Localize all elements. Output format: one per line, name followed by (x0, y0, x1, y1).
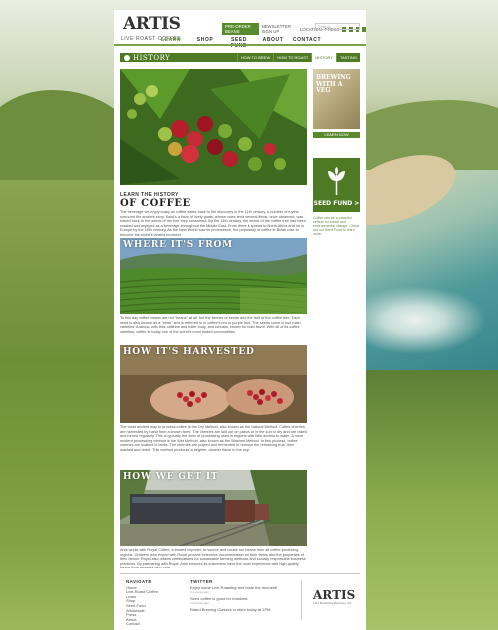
tweet-time-1: 2 minutes ago (190, 590, 209, 595)
site-logo[interactable]: ARTIS (123, 14, 181, 34)
tab-tasting[interactable]: TASTING (335, 53, 360, 62)
nav-contact[interactable]: CONTACT (290, 37, 324, 49)
section-subnav: HISTORY HOW TO BREW HOW TO ROAST HISTORY… (120, 53, 360, 62)
nav-learn[interactable]: LEARN (154, 37, 188, 49)
seed-sprout-icon (328, 167, 345, 195)
brewing-promo-card[interactable]: BREWING WITH A VEG (313, 69, 360, 129)
site-footer: NAVIGATE Home Live-Roast Coffee Learn Sh… (120, 573, 360, 626)
footer-address: 1111 Broadway Berkeley, CA (313, 601, 352, 605)
where-its-from-image: WHERE IT'S FROM (120, 238, 307, 314)
harvested-title: HOW IT'S HARVESTED (123, 347, 255, 357)
seed-fund-text: Coffee can be a powerful vehicle for soc… (313, 216, 360, 236)
footer-twitter: TWITTER Enjoy some Live-Roasting and tas… (190, 579, 295, 613)
section-title: HISTORY (133, 53, 171, 62)
seed-fund-label: SEED FUND > (313, 200, 360, 207)
train-image: HOW WE GET IT (120, 470, 307, 546)
footer-twitter-heading: TWITTER (190, 579, 213, 584)
footer-logo[interactable]: ARTIS (313, 588, 355, 602)
tweet-time-2: 2 minutes ago (190, 601, 209, 606)
hero-coffee-cherries-image (120, 69, 307, 185)
footer-nav-heading: NAVIGATE (126, 579, 152, 584)
page-container: ARTIS LIVE·ROAST·COFFEE PRE-ORDER BEANS … (114, 10, 366, 630)
tab-history[interactable]: HISTORY (311, 53, 336, 62)
leaf-icon (124, 54, 130, 61)
footer-navigate: NAVIGATE Home Live-Roast Coffee Learn Sh… (126, 579, 158, 627)
mail-icon[interactable] (362, 26, 366, 32)
harvest-image: HOW IT'S HARVESTED (120, 345, 307, 423)
footer-link-contact[interactable]: Contact (126, 622, 158, 627)
where-its-from-title: WHERE IT'S FROM (123, 240, 233, 250)
promo-title: BREWING WITH A VEG (316, 74, 351, 94)
how-we-get-it-text: Artis works with Royal Coffee, a trusted… (120, 548, 306, 568)
where-its-from-text: To this day coffee beans are not "beans"… (120, 316, 301, 334)
seed-fund-card[interactable]: SEED FUND > (313, 158, 360, 212)
tab-how-to-roast[interactable]: HOW TO ROAST (273, 53, 311, 62)
search-input[interactable]: Search (315, 23, 360, 30)
tweet-3[interactable]: Rated Brewing Classes in store today at … (190, 607, 295, 613)
how-we-get-it-title: HOW WE GET IT (123, 472, 219, 482)
harvested-text: The most ancient way to process coffee i… (120, 425, 307, 452)
site-header: ARTIS LIVE·ROAST·COFFEE PRE-ORDER BEANS … (114, 10, 366, 49)
nav-seed-fund[interactable]: SEED FUND (222, 37, 256, 49)
nav-about[interactable]: ABOUT (256, 37, 290, 49)
learn-now-button[interactable]: LEARN NOW (313, 132, 360, 138)
footer-divider (301, 580, 302, 620)
tab-how-to-brew[interactable]: HOW TO BREW (236, 53, 273, 62)
main-nav: LEARN SHOP SEED FUND ABOUT CONTACT (154, 37, 324, 49)
pre-order-button[interactable]: PRE-ORDER BEANS (222, 23, 259, 35)
nav-shop[interactable]: SHOP (188, 37, 222, 49)
intro-paragraph: The beverage we enjoy today as coffee da… (120, 210, 306, 236)
nav-divider (114, 44, 366, 46)
article-heading: OF COFFEE (120, 198, 191, 209)
newsletter-link[interactable]: NEWSLETTER SIGN UP (262, 24, 297, 34)
